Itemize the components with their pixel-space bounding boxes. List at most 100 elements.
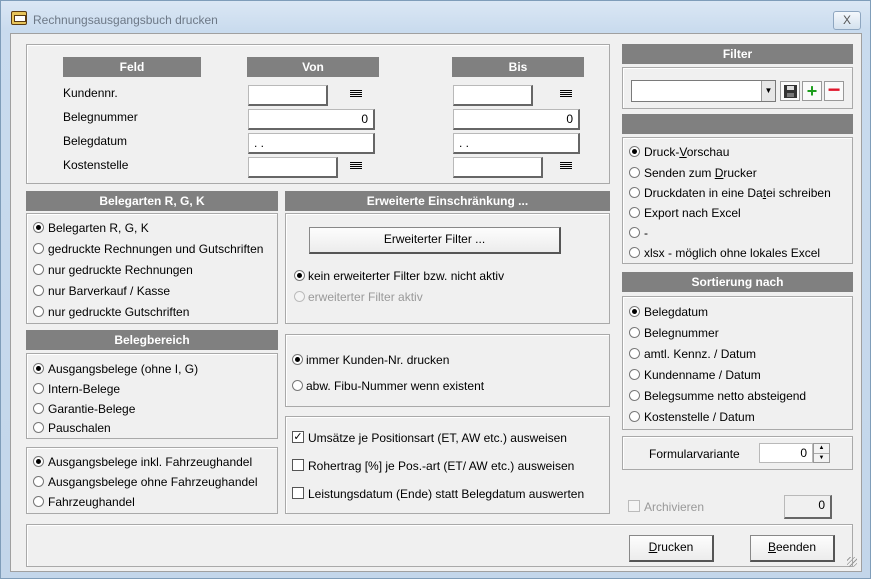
erweitert-label-1: erweiterter Filter aktiv [308, 290, 423, 304]
label-kundennr: Kundennr. [63, 86, 118, 100]
sort-label-0: Belegdatum [644, 305, 709, 319]
fahrzeug-label-2: Fahrzeughandel [48, 495, 135, 509]
belegdatum-bis-input[interactable]: . . [453, 133, 580, 154]
list-icon[interactable] [560, 90, 572, 100]
output-radio-3[interactable] [629, 207, 640, 218]
title-bar: Rechnungsausgangsbuch drucken X [1, 1, 870, 33]
belegarten-label-3: nur Barverkauf / Kasse [48, 284, 171, 298]
fahrzeug-radio-1[interactable] [33, 476, 44, 487]
output-label-3: Export nach Excel [644, 206, 741, 220]
spin-up-icon[interactable]: ▲ [814, 444, 829, 453]
belegarten-header: Belegarten R, G, K [26, 191, 278, 211]
belegarten-radio-1[interactable] [33, 243, 44, 254]
rohertrag-checkbox[interactable] [292, 459, 304, 471]
filter-header: Filter [622, 44, 853, 64]
output-radio-5[interactable] [629, 247, 640, 258]
sort-radio-1[interactable] [629, 327, 640, 338]
plus-icon: + [806, 81, 818, 101]
chevron-down-icon[interactable]: ▼ [761, 81, 775, 101]
sort-label-1: Belegnummer [644, 326, 719, 340]
fahrzeug-radio-0[interactable] [33, 456, 44, 467]
output-radio-2[interactable] [629, 187, 640, 198]
belegarten-radio-4[interactable] [33, 306, 44, 317]
sort-label-2: amtl. Kennz. / Datum [644, 347, 757, 361]
beenden-button[interactable]: Beenden [750, 535, 835, 562]
kunden-radio-1[interactable] [292, 380, 303, 391]
label-kostenstelle: Kostenstelle [63, 158, 129, 172]
output-radio-1[interactable] [629, 167, 640, 178]
belegarten-radio-3[interactable] [33, 285, 44, 296]
archivieren-input[interactable]: 0 [784, 495, 832, 519]
output-header [622, 114, 853, 134]
output-label-2: Druckdaten in eine Datei schreiben [644, 186, 831, 200]
belegbereich-radio-3[interactable] [33, 422, 44, 433]
erweiterter-filter-button[interactable]: Erweiterter Filter ... [309, 227, 561, 254]
output-label-4: - [644, 226, 648, 240]
client-area: Feld Von Bis Kundennr. Belegnummer 0 0 B… [10, 33, 862, 572]
belegnummer-bis-input[interactable]: 0 [453, 109, 580, 130]
belegarten-label-2: nur gedruckte Rechnungen [48, 263, 193, 277]
belegnummer-von-input[interactable]: 0 [248, 109, 375, 130]
fahrzeug-label-0: Ausgangsbelege inkl. Fahrzeughandel [48, 455, 253, 469]
header-bis: Bis [452, 57, 584, 77]
erweitert-radio-0[interactable] [294, 270, 305, 281]
output-radio-0[interactable] [629, 146, 640, 157]
sort-radio-2[interactable] [629, 348, 640, 359]
archivieren-checkbox[interactable] [628, 500, 640, 512]
remove-filter-button[interactable]: − [824, 79, 844, 101]
belegbereich-radio-0[interactable] [33, 363, 44, 374]
close-button[interactable]: X [833, 11, 861, 30]
header-von: Von [247, 57, 379, 77]
belegbereich-radio-1[interactable] [33, 383, 44, 394]
erweitert-label-0: kein erweiterter Filter bzw. nicht aktiv [308, 269, 505, 283]
fahrzeug-label-1: Ausgangsbelege ohne Fahrzeughandel [48, 475, 258, 489]
sort-radio-0[interactable] [629, 306, 640, 317]
output-radio-4[interactable] [629, 227, 640, 238]
formularvariante-input[interactable]: 0 [759, 443, 813, 463]
list-icon[interactable] [560, 162, 572, 172]
list-icon[interactable] [350, 162, 362, 172]
output-label-5: xlsx - möglich ohne lokales Excel [644, 246, 821, 260]
sort-label-4: Belegsumme netto absteigend [644, 389, 807, 403]
belegarten-radio-0[interactable] [33, 222, 44, 233]
sort-radio-4[interactable] [629, 390, 640, 401]
sort-radio-5[interactable] [629, 411, 640, 422]
belegarten-label-4: nur gedruckte Gutschriften [48, 305, 190, 319]
sort-radio-3[interactable] [629, 369, 640, 380]
auswertung-group: ✓ Umsätze je Positionsart (ET, AW etc.) … [285, 416, 610, 514]
save-filter-button[interactable] [780, 81, 800, 101]
fahrzeug-radio-2[interactable] [33, 496, 44, 507]
belegarten-radio-2[interactable] [33, 264, 44, 275]
kostenstelle-bis-input[interactable] [453, 157, 543, 178]
leistungsdatum-checkbox[interactable] [292, 487, 304, 499]
sortierung-header: Sortierung nach [622, 272, 853, 292]
list-icon[interactable] [350, 90, 362, 100]
spin-down-icon[interactable]: ▼ [814, 453, 829, 462]
belegbereich-label-3: Pauschalen [48, 421, 111, 435]
filter-group: ▼ + − [622, 67, 853, 109]
minus-icon: − [827, 77, 841, 102]
add-filter-button[interactable]: + [802, 81, 822, 101]
belegbereich-label-1: Intern-Belege [48, 382, 121, 396]
resize-grip-icon[interactable] [847, 557, 857, 567]
kunden-label-1: abw. Fibu-Nummer wenn existent [306, 379, 485, 393]
label-belegdatum: Belegdatum [63, 134, 128, 148]
erweitert-group: Erweiterter Filter ... kein erweiterter … [285, 213, 610, 324]
kundennr-von-input[interactable] [248, 85, 328, 106]
erweitert-radio-1[interactable] [294, 291, 305, 302]
kundennr-bis-input[interactable] [453, 85, 533, 106]
umsaetze-label: Umsätze je Positionsart (ET, AW etc.) au… [308, 431, 567, 445]
printer-icon [11, 11, 27, 25]
dialog-window: Rechnungsausgangsbuch drucken X Feld Von… [0, 0, 871, 579]
filter-select[interactable]: ▼ [631, 80, 776, 102]
button-bar: Drucken Beenden [26, 524, 853, 567]
umsaetze-checkbox[interactable]: ✓ [292, 431, 304, 443]
sort-label-3: Kundenname / Datum [644, 368, 761, 382]
belegbereich-radio-2[interactable] [33, 403, 44, 414]
archivieren-label: Archivieren [644, 500, 705, 514]
kostenstelle-von-input[interactable] [248, 157, 338, 178]
kunden-radio-0[interactable] [292, 354, 303, 365]
drucken-button[interactable]: Drucken [629, 535, 714, 562]
belegdatum-von-input[interactable]: . . [248, 133, 375, 154]
formularvariante-spinner[interactable]: ▲ ▼ [813, 443, 830, 463]
